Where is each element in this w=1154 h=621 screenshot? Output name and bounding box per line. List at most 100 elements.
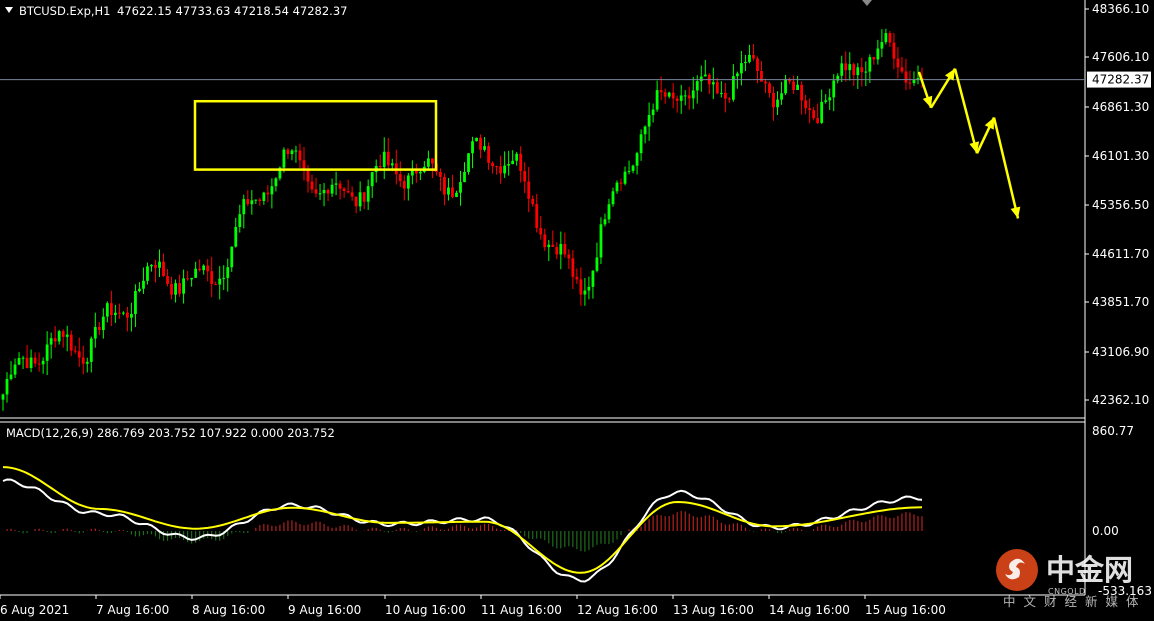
chart-frames: [0, 0, 1086, 596]
candle: [571, 249, 575, 289]
chart-menu-triangle-icon[interactable]: [5, 7, 13, 13]
symbol-label: BTCUSD.Exp,H1: [19, 4, 111, 18]
candle: [451, 174, 454, 199]
candle: [418, 170, 422, 181]
time-tick-label: 11 Aug 16:00: [481, 603, 562, 617]
candle: [370, 171, 374, 198]
candle: [623, 166, 627, 186]
candle: [715, 78, 719, 95]
candle: [559, 231, 563, 270]
candle: [723, 82, 727, 113]
candle: [198, 259, 202, 272]
candle: [479, 134, 482, 159]
candle: [804, 95, 808, 115]
candle: [93, 312, 97, 348]
candle: [358, 181, 362, 212]
candle: [744, 54, 747, 72]
candle: [230, 246, 234, 272]
candle: [876, 39, 880, 65]
candle: [587, 276, 591, 300]
candle: [483, 136, 486, 152]
candle: [97, 322, 101, 336]
candle: [214, 281, 218, 286]
candle: [856, 63, 860, 89]
candle: [426, 150, 430, 171]
candle: [760, 60, 763, 82]
projection-arrow: [992, 117, 1020, 219]
candle: [350, 186, 354, 201]
candle: [362, 191, 366, 210]
candle: [338, 180, 342, 200]
candle: [346, 179, 350, 194]
candle: [599, 217, 603, 265]
candle: [603, 213, 607, 227]
candle: [226, 258, 230, 292]
candle: [515, 151, 519, 166]
candle: [190, 277, 194, 287]
candle: [731, 64, 735, 102]
candle: [824, 94, 828, 104]
candle: [134, 284, 137, 327]
time-tick-label: 12 Aug 16:00: [577, 603, 658, 617]
candle: [398, 161, 402, 188]
candle: [864, 61, 868, 87]
candle: [852, 62, 856, 86]
time-tick-label: 7 Aug 16:00: [96, 603, 169, 617]
candle: [904, 58, 908, 91]
candle: [142, 267, 145, 294]
candle: [555, 242, 559, 260]
candle: [73, 345, 77, 354]
candle: [619, 178, 623, 192]
candle: [182, 269, 185, 304]
candle: [780, 81, 783, 105]
candle: [33, 352, 37, 367]
candle: [250, 190, 254, 215]
candlestick-series: [1, 28, 924, 411]
candle: [519, 146, 523, 183]
candle: [707, 73, 711, 94]
candle: [455, 190, 458, 198]
candle: [330, 178, 334, 197]
candle: [828, 88, 832, 110]
candle: [539, 216, 543, 240]
time-tick-label: 8 Aug 16:00: [192, 603, 265, 617]
candle: [655, 80, 659, 112]
candle: [808, 98, 812, 124]
candle: [414, 163, 418, 183]
candle: [258, 197, 262, 206]
candle: [21, 355, 25, 369]
candle: [820, 89, 824, 124]
candle: [9, 361, 13, 381]
watermark: 中金网 CNGOLD 中文财经新媒体: [996, 549, 1139, 609]
candle: [37, 352, 41, 372]
candle: [868, 54, 872, 83]
candle: [667, 91, 671, 99]
candle: [431, 158, 434, 179]
macd-tick-label: 860.77: [1092, 424, 1134, 438]
candle: [651, 103, 655, 123]
candle: [238, 204, 242, 233]
candle: [543, 228, 547, 251]
candle: [523, 162, 527, 194]
candle: [130, 302, 133, 332]
chart-canvas[interactable]: 48366.10 47606.10 46861.30 46101.30 45356.50…: [0, 0, 1154, 621]
candle: [402, 175, 406, 201]
candle: [290, 149, 294, 161]
candle: [768, 81, 771, 98]
time-tick-label: 13 Aug 16:00: [673, 603, 754, 617]
candle: [840, 55, 844, 82]
candle: [792, 75, 795, 95]
time-tick-label: 14 Aug 16:00: [769, 603, 850, 617]
candle: [896, 47, 900, 79]
candle: [266, 185, 270, 203]
candle: [113, 304, 117, 323]
candle: [354, 196, 358, 214]
candle: [547, 240, 551, 261]
candle: [475, 137, 478, 142]
candle: [158, 249, 161, 277]
candle: [242, 194, 246, 229]
candle: [406, 172, 410, 201]
candle: [776, 91, 779, 116]
candle: [318, 184, 322, 200]
candle: [663, 88, 667, 104]
